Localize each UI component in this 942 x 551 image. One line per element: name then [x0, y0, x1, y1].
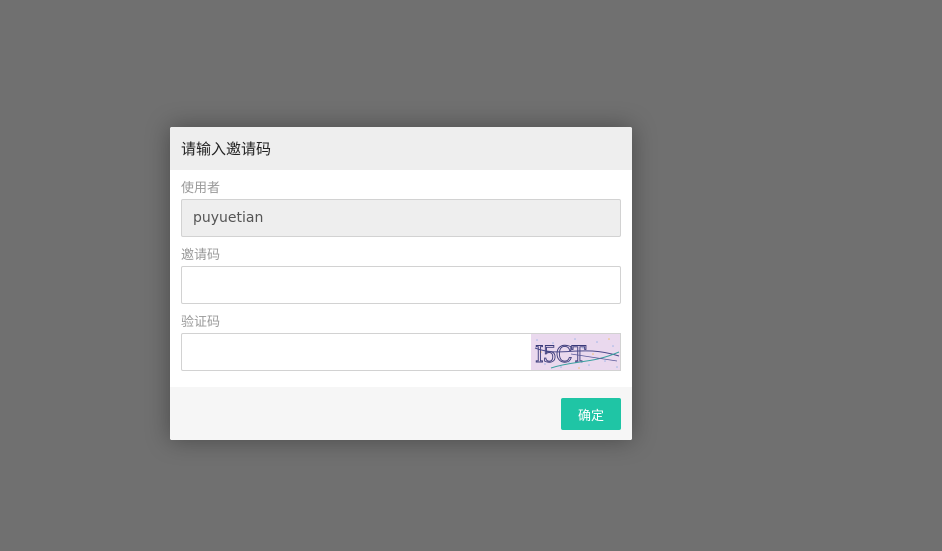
- invite-code-input[interactable]: [181, 266, 621, 304]
- captcha-noise-graphic: I5CT: [531, 334, 620, 370]
- dialog-footer: 确定: [170, 387, 632, 440]
- invite-code-dialog: 请输入邀请码 使用者 邀请码 验证码: [170, 127, 632, 440]
- user-label: 使用者: [181, 181, 221, 196]
- confirm-button[interactable]: 确定: [561, 398, 621, 430]
- dialog-header: 请输入邀请码: [170, 127, 632, 170]
- invite-code-label: 邀请码: [181, 248, 221, 263]
- user-field[interactable]: [181, 199, 621, 237]
- captcha-label: 验证码: [181, 315, 221, 330]
- dialog-title: 请输入邀请码: [181, 140, 272, 158]
- captcha-image[interactable]: I5CT: [531, 333, 621, 371]
